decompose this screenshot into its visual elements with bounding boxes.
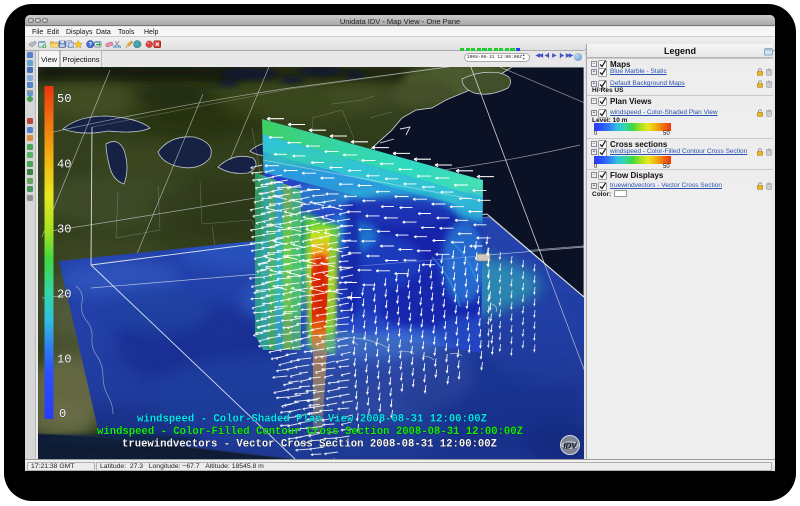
svg-text:30: 30 bbox=[57, 223, 71, 237]
svg-text:truewindvectors - Vector Cross: truewindvectors - Vector Cross Section 2… bbox=[122, 439, 497, 451]
svg-text:50: 50 bbox=[57, 92, 71, 106]
svg-text:?: ? bbox=[88, 41, 92, 48]
svg-text:IDV: IDV bbox=[563, 442, 577, 451]
svg-text:windspeed - Color-Filled Conto: windspeed - Color-Filled Contour Cross S… bbox=[97, 426, 523, 438]
svg-text:10: 10 bbox=[57, 353, 71, 367]
svg-text:0: 0 bbox=[59, 407, 66, 421]
svg-text:20: 20 bbox=[57, 288, 71, 302]
svg-text:40: 40 bbox=[57, 158, 71, 172]
svg-text:windspeed - Color-Shaded Plan: windspeed - Color-Shaded Plan View 2008-… bbox=[137, 414, 487, 426]
